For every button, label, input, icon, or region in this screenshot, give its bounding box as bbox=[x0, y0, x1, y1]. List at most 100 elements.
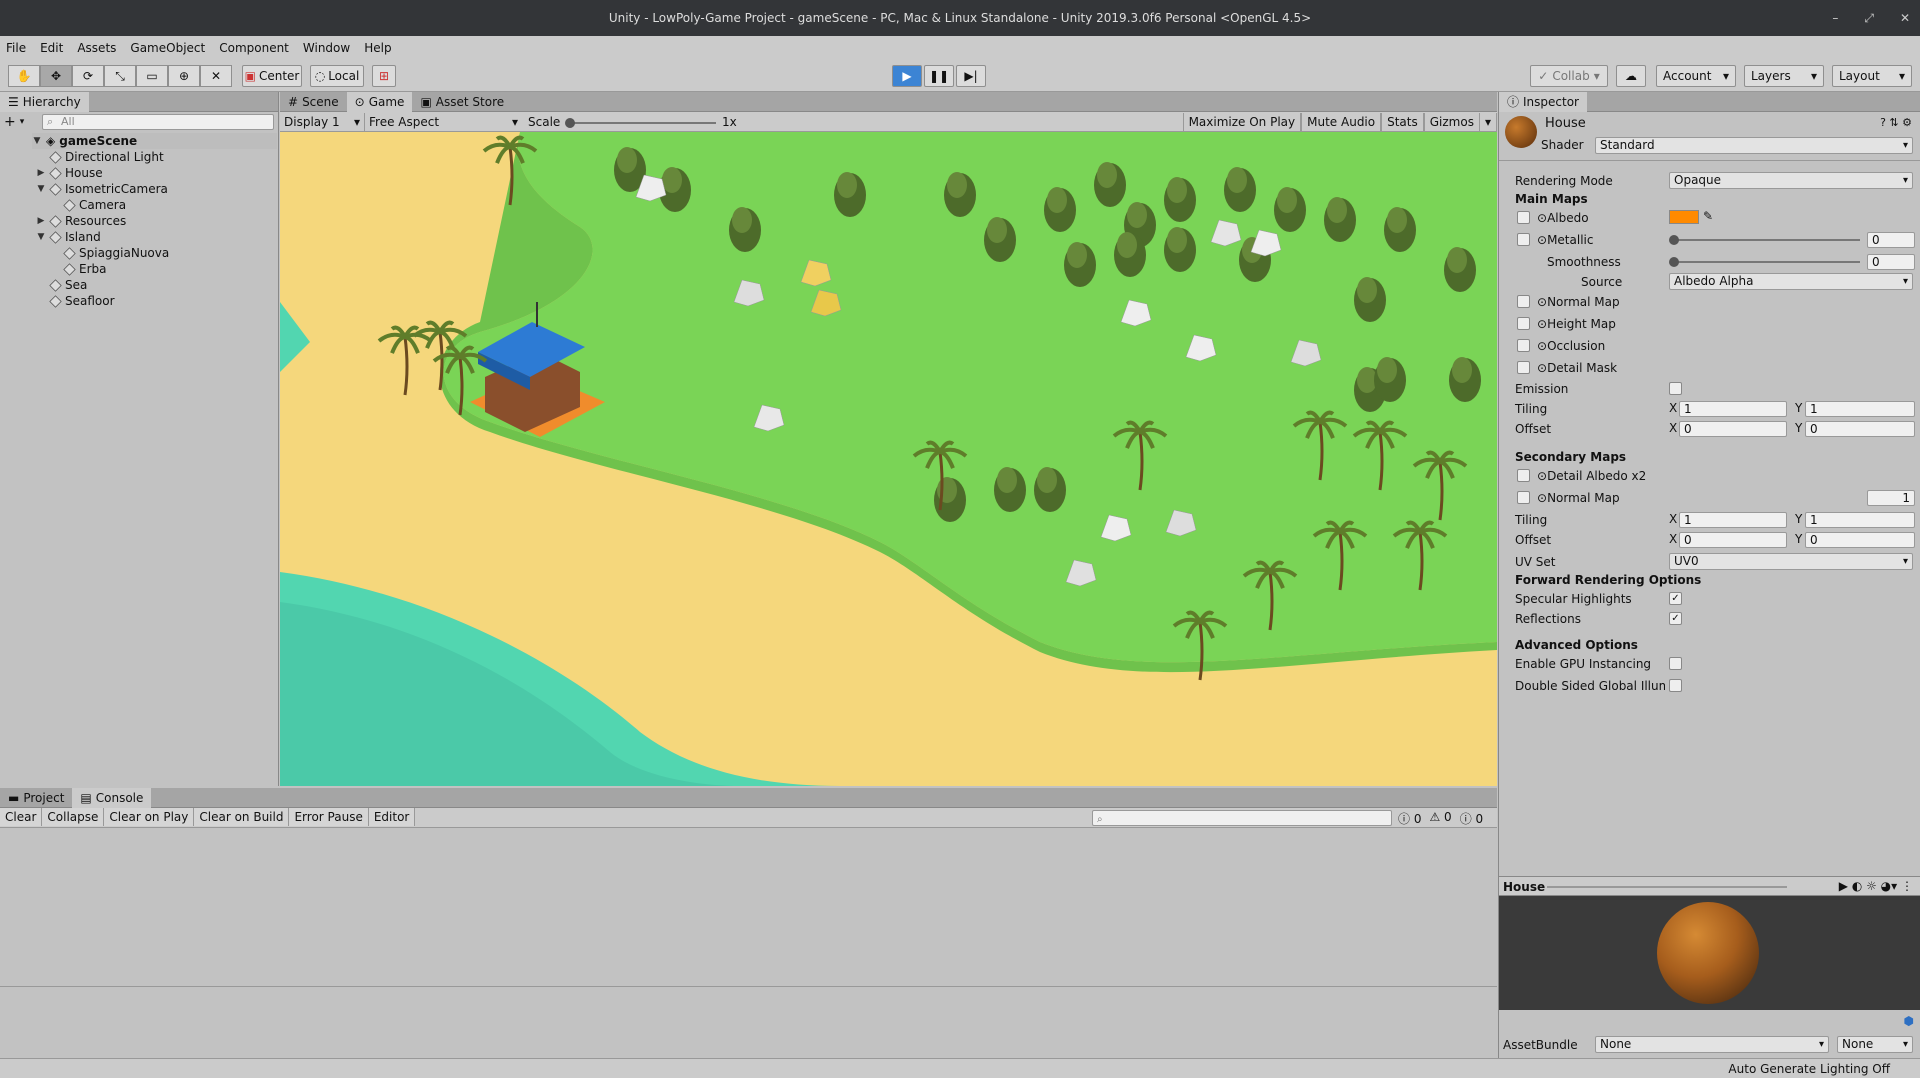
tab-project[interactable]: ▬ Project bbox=[0, 788, 72, 808]
gpu-instancing-checkbox[interactable] bbox=[1669, 657, 1682, 670]
hierarchy-item[interactable]: Erba bbox=[50, 261, 107, 277]
tiling2-x-field[interactable]: 1 bbox=[1679, 512, 1787, 528]
hierarchy-item[interactable]: ▼ Island bbox=[36, 229, 101, 245]
normal-map2-slot[interactable] bbox=[1517, 491, 1530, 504]
step-button[interactable]: ▶| bbox=[956, 65, 986, 87]
offset-y-field[interactable]: 0 bbox=[1805, 421, 1915, 437]
smoothness-field[interactable]: 0 bbox=[1867, 254, 1915, 270]
collab-dropdown[interactable]: ✓ Collab ▾ bbox=[1530, 65, 1608, 87]
detail-mask-slot[interactable] bbox=[1517, 361, 1530, 374]
albedo-texture-slot[interactable] bbox=[1517, 211, 1530, 224]
metallic-field[interactable]: 0 bbox=[1867, 232, 1915, 248]
hierarchy-item[interactable]: SpiaggiaNuova bbox=[50, 245, 169, 261]
tiling-y-field[interactable]: 1 bbox=[1805, 401, 1915, 417]
game-toggle-gizmos[interactable]: Gizmos bbox=[1423, 113, 1480, 131]
console-search-input[interactable]: ⌕ bbox=[1092, 810, 1392, 826]
menu-window[interactable]: Window bbox=[303, 41, 350, 55]
scale-slider-knob[interactable] bbox=[565, 118, 575, 128]
hierarchy-item[interactable]: ▶ Resources bbox=[36, 213, 127, 229]
cloud-icon[interactable]: ☁ bbox=[1616, 65, 1646, 87]
custom-tool-icon[interactable]: ✕ bbox=[200, 65, 232, 87]
rendering-mode-dropdown[interactable]: Opaque bbox=[1669, 172, 1913, 189]
expand-arrow-icon[interactable]: ▶ bbox=[36, 213, 46, 229]
collapse-arrow-icon[interactable]: ▼ bbox=[32, 133, 42, 149]
specular-checkbox[interactable]: ✓ bbox=[1669, 592, 1682, 605]
snap-grid-icon[interactable]: ⊞ bbox=[372, 65, 396, 87]
albedo-color-swatch[interactable] bbox=[1669, 210, 1699, 224]
menu-assets[interactable]: Assets bbox=[77, 41, 116, 55]
preview-controls-icon[interactable]: ▶ ◐ ☼ ◕▾ ⋮ bbox=[1839, 879, 1913, 893]
shader-dropdown[interactable]: Standard bbox=[1595, 137, 1913, 154]
eyedropper-icon[interactable]: ✎ bbox=[1703, 209, 1713, 223]
menu-help[interactable]: Help bbox=[364, 41, 391, 55]
console-clear-button[interactable]: Clear bbox=[0, 808, 43, 826]
offset2-x-field[interactable]: 0 bbox=[1679, 532, 1787, 548]
offset2-y-field[interactable]: 0 bbox=[1805, 532, 1915, 548]
scale-tool-icon[interactable]: ⤡ bbox=[104, 65, 136, 87]
menu-file[interactable]: File bbox=[6, 41, 26, 55]
tiling2-y-field[interactable]: 1 bbox=[1805, 512, 1915, 528]
normal-map-slot[interactable] bbox=[1517, 295, 1530, 308]
rect-tool-icon[interactable]: ▭ bbox=[136, 65, 168, 87]
smoothness-slider-knob[interactable] bbox=[1669, 257, 1679, 267]
info-count[interactable]: ⓘ 0 bbox=[1398, 810, 1421, 827]
account-dropdown[interactable]: Account ▾ bbox=[1656, 65, 1736, 87]
scale-slider[interactable] bbox=[570, 122, 716, 124]
tab-hierarchy[interactable]: ☰ Hierarchy bbox=[0, 92, 89, 112]
metallic-slider[interactable] bbox=[1674, 239, 1860, 241]
layers-dropdown[interactable]: Layers ▾ bbox=[1744, 65, 1824, 87]
normal-map2-field[interactable]: 1 bbox=[1867, 490, 1915, 506]
uv-set-dropdown[interactable]: UV0 bbox=[1669, 553, 1913, 570]
maximize-icon[interactable]: ⤢ bbox=[1864, 0, 1874, 36]
console-editor-button[interactable]: Editor bbox=[368, 808, 416, 826]
hierarchy-search-input[interactable]: ⌕ All bbox=[42, 114, 274, 130]
game-viewport[interactable] bbox=[280, 132, 1497, 786]
hierarchy-item[interactable]: Seafloor bbox=[36, 293, 115, 309]
display-dropdown[interactable]: Display 1 ▾ bbox=[284, 113, 362, 131]
game-toggle-maximize-on-play[interactable]: Maximize On Play bbox=[1182, 113, 1302, 131]
preview-resize-bar[interactable] bbox=[1547, 886, 1787, 888]
hierarchy-item[interactable]: ▶ House bbox=[36, 165, 103, 181]
hierarchy-item[interactable]: Directional Light bbox=[36, 149, 164, 165]
tab-game[interactable]: ⊙ Game bbox=[346, 92, 413, 112]
expand-arrow-icon[interactable]: ▶ bbox=[36, 165, 46, 181]
close-icon[interactable]: ✕ bbox=[1900, 0, 1910, 36]
detail-albedo-slot[interactable] bbox=[1517, 469, 1530, 482]
offset-x-field[interactable]: 0 bbox=[1679, 421, 1787, 437]
console-collapse-button[interactable]: Collapse bbox=[42, 808, 105, 826]
menu-gameobject[interactable]: GameObject bbox=[130, 41, 205, 55]
minimize-icon[interactable]: – bbox=[1832, 0, 1838, 36]
hand-tool-icon[interactable]: ✋ bbox=[8, 65, 40, 87]
expand-arrow-icon[interactable]: ▼ bbox=[36, 229, 46, 245]
expand-arrow-icon[interactable]: ▼ bbox=[36, 181, 46, 197]
tab-scene[interactable]: # Scene bbox=[280, 92, 347, 112]
game-toggle-mute-audio[interactable]: Mute Audio bbox=[1301, 113, 1382, 131]
tab-inspector[interactable]: ⓘ Inspector bbox=[1499, 92, 1587, 112]
pivot-local-button[interactable]: ◌ Local bbox=[310, 65, 364, 87]
occlusion-slot[interactable] bbox=[1517, 339, 1530, 352]
console-error-pause-button[interactable]: Error Pause bbox=[289, 808, 369, 826]
tab-asset-store[interactable]: ▣ Asset Store bbox=[412, 92, 512, 112]
height-map-slot[interactable] bbox=[1517, 317, 1530, 330]
tab-console[interactable]: ▤ Console bbox=[72, 788, 152, 808]
error-count[interactable]: ⓘ 0 bbox=[1460, 810, 1483, 827]
source-dropdown[interactable]: Albedo Alpha bbox=[1669, 273, 1913, 290]
material-preview[interactable] bbox=[1499, 896, 1920, 1010]
settings-icon[interactable]: ? ⇅ ⚙ bbox=[1880, 116, 1912, 129]
reflections-checkbox[interactable]: ✓ bbox=[1669, 612, 1682, 625]
hierarchy-item[interactable]: Camera bbox=[50, 197, 126, 213]
game-toggle-stats[interactable]: Stats bbox=[1381, 113, 1424, 131]
play-button[interactable]: ▶ bbox=[892, 65, 922, 87]
assetbundle-variant-dropdown[interactable]: None bbox=[1837, 1036, 1913, 1053]
hierarchy-item[interactable]: Sea bbox=[36, 277, 87, 293]
layout-dropdown[interactable]: Layout ▾ bbox=[1832, 65, 1912, 87]
warning-count[interactable]: ⚠ 0 bbox=[1429, 810, 1451, 827]
transform-tool-icon[interactable]: ⊕ bbox=[168, 65, 200, 87]
emission-checkbox[interactable] bbox=[1669, 382, 1682, 395]
metallic-slider-knob[interactable] bbox=[1669, 235, 1679, 245]
smoothness-slider[interactable] bbox=[1674, 261, 1860, 263]
move-tool-icon[interactable]: ✥ bbox=[40, 65, 72, 87]
scene-root[interactable]: ▼ ◈ gameScene bbox=[32, 133, 277, 149]
pause-button[interactable]: ❚❚ bbox=[924, 65, 954, 87]
assetbundle-dropdown[interactable]: None bbox=[1595, 1036, 1829, 1053]
